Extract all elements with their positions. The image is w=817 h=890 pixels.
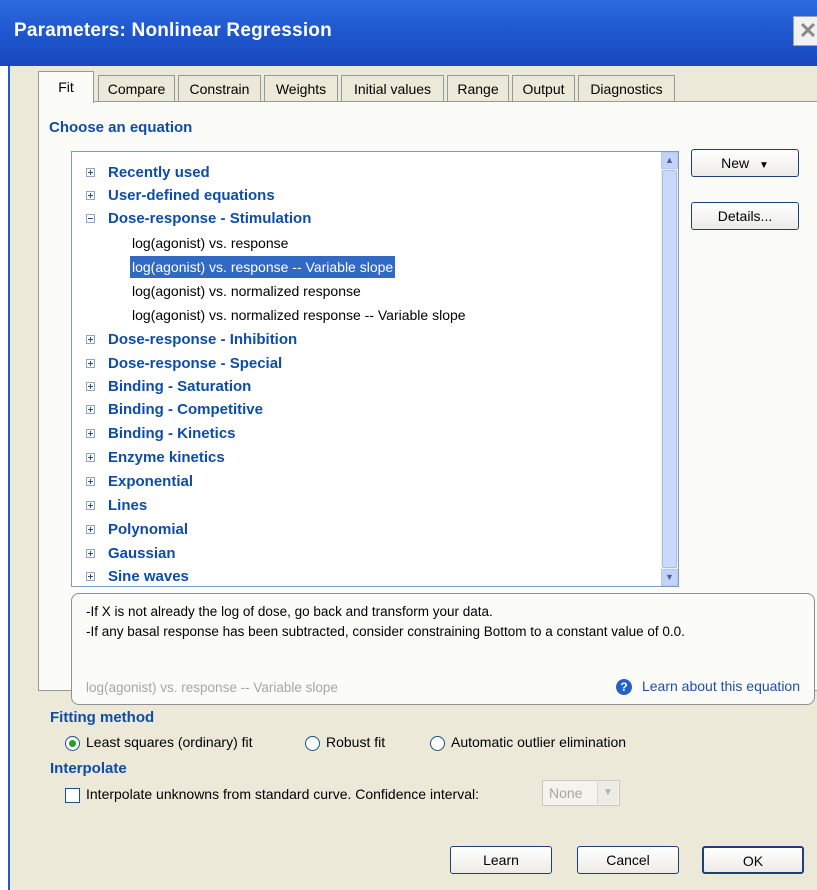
tree-category-polynomial[interactable]: Polynomial [72,519,632,541]
category-label: Dose-response - Special [108,355,283,372]
dialog-body: Fit Compare Constrain Weights Initial va… [8,66,817,890]
tree-category-lines[interactable]: Lines [72,495,632,517]
category-label: Gaussian [108,545,176,562]
title-bar: Parameters: Nonlinear Regression ✕ [0,0,817,66]
tab-output[interactable]: Output [512,75,575,101]
category-label: Exponential [108,473,194,490]
learn-about-equation-link[interactable]: ? Learn about this equation [615,678,800,696]
tab-compare[interactable]: Compare [98,75,175,101]
scroll-up-icon[interactable]: ▲ [661,152,678,169]
category-label: Polynomial [108,521,189,538]
radio-outlier-elimination[interactable]: Automatic outlier elimination [430,734,626,751]
tree-category-exponential[interactable]: Exponential [72,471,632,493]
tree-category-recently-used[interactable]: Recently used [72,162,632,184]
tree-category-dose-response-stimulation[interactable]: Dose-response - Stimulation [72,208,632,230]
expand-plus-icon[interactable] [86,359,95,368]
category-label: Binding - Competitive [108,401,263,418]
expand-plus-icon[interactable] [86,405,95,414]
expand-plus-icon[interactable] [86,191,95,200]
expand-plus-icon[interactable] [86,168,95,177]
tab-diagnostics[interactable]: Diagnostics [578,75,675,101]
category-label: Sine waves [108,568,189,585]
tree-item-agonist-normalized-response[interactable]: log(agonist) vs. normalized response [132,280,361,302]
radio-label: Robust fit [326,734,386,750]
radio-selected-icon[interactable] [65,735,80,751]
new-button[interactable]: New ▼ [691,149,799,177]
category-label: Lines [108,497,148,514]
radio-least-squares[interactable]: Least squares (ordinary) fit [65,734,253,751]
expand-plus-icon[interactable] [86,501,95,510]
chevron-down-icon: ▼ [597,782,618,804]
tree-item-agonist-normalized-variable-slope[interactable]: log(agonist) vs. normalized response -- … [132,304,466,326]
select-value: None [549,785,583,801]
expand-plus-icon[interactable] [86,382,95,391]
expand-plus-icon[interactable] [86,525,95,534]
tree-category-binding-saturation[interactable]: Binding - Saturation [72,376,632,398]
description-line-1: -If X is not already the log of dose, go… [86,604,493,619]
new-button-label: New [721,155,750,171]
learn-button[interactable]: Learn [450,846,552,874]
tree-item-agonist-response[interactable]: log(agonist) vs. response [132,232,288,254]
expand-plus-icon[interactable] [86,572,95,581]
expand-plus-icon[interactable] [86,453,95,462]
checkbox-label: Interpolate unknowns from standard curve… [86,786,479,802]
radio-unselected-icon[interactable] [430,735,445,751]
help-icon: ? [615,679,632,696]
tree-scrollbar[interactable]: ▲ ▼ [661,152,678,586]
fitting-method-heading: Fitting method [50,709,155,726]
equation-tree[interactable]: Recently used User-defined equations Dos… [71,151,679,587]
expand-plus-icon[interactable] [86,429,95,438]
dropdown-arrow-icon: ▼ [759,160,769,171]
tab-fit[interactable]: Fit [38,71,94,103]
tree-category-gaussian[interactable]: Gaussian [72,543,632,565]
ok-button[interactable]: OK [702,846,804,874]
learn-link-text: Learn about this equation [641,678,800,694]
confidence-interval-select[interactable]: None ▼ [542,780,620,806]
tab-initial-values[interactable]: Initial values [341,75,444,101]
expand-plus-icon[interactable] [86,477,95,486]
interpolate-checkbox-row[interactable]: Interpolate unknowns from standard curve… [65,786,479,803]
category-label: User-defined equations [108,187,275,204]
category-label: Binding - Saturation [108,378,252,395]
tree-category-sine-waves[interactable]: Sine waves [72,566,632,586]
description-line-2: -If any basal response has been subtract… [86,624,685,639]
tree-category-user-defined[interactable]: User-defined equations [72,185,632,207]
scroll-down-icon[interactable]: ▼ [661,569,678,586]
tab-weights[interactable]: Weights [264,75,338,101]
cancel-button[interactable]: Cancel [577,846,679,874]
close-icon[interactable]: ✕ [793,16,817,46]
window-title: Parameters: Nonlinear Regression [14,20,332,41]
tree-item-agonist-response-variable-slope[interactable]: log(agonist) vs. response -- Variable sl… [128,255,397,279]
choose-equation-heading: Choose an equation [49,119,193,136]
tree-category-dose-response-special[interactable]: Dose-response - Special [72,353,632,375]
category-label: Binding - Kinetics [108,425,236,442]
radio-label: Automatic outlier elimination [451,734,627,750]
collapse-minus-icon[interactable] [86,214,95,223]
category-label: Dose-response - Inhibition [108,331,298,348]
details-button[interactable]: Details... [691,202,799,230]
category-label: Enzyme kinetics [108,449,225,466]
radio-label: Least squares (ordinary) fit [86,734,253,750]
tree-category-binding-kinetics[interactable]: Binding - Kinetics [72,423,632,445]
tree-category-dose-response-inhibition[interactable]: Dose-response - Inhibition [72,329,632,351]
expand-plus-icon[interactable] [86,549,95,558]
equation-description: -If X is not already the log of dose, go… [71,593,815,705]
tree-category-enzyme-kinetics[interactable]: Enzyme kinetics [72,447,632,469]
interpolate-heading: Interpolate [50,760,127,777]
radio-unselected-icon[interactable] [305,735,320,751]
tree-category-binding-competitive[interactable]: Binding - Competitive [72,399,632,421]
interpolate-checkbox[interactable] [65,787,80,803]
fit-panel: Choose an equation Recently used User-de… [38,101,817,705]
tab-constrain[interactable]: Constrain [178,75,261,101]
equation-tree-list: Recently used User-defined equations Dos… [72,152,661,586]
selected-equation-name: log(agonist) vs. response -- Variable sl… [86,680,338,695]
radio-robust-fit[interactable]: Robust fit [305,734,385,751]
category-label: Dose-response - Stimulation [108,210,312,227]
expand-plus-icon[interactable] [86,335,95,344]
scroll-thumb[interactable] [662,170,677,568]
tab-range[interactable]: Range [447,75,509,101]
category-label: Recently used [108,164,210,181]
